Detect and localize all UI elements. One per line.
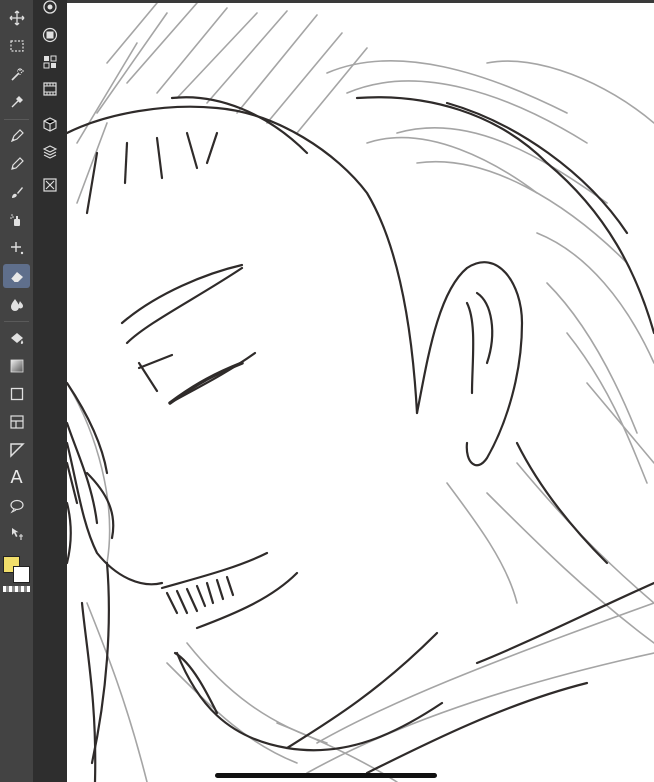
figure-icon[interactable] [3,382,30,406]
home-indicator [215,773,437,778]
transparent-color-toggle[interactable] [3,586,30,592]
move-icon[interactable] [3,6,30,30]
magic-wand-icon[interactable] [3,62,30,86]
layer-property-icon[interactable] [40,25,60,45]
palette-bar [33,0,67,782]
tool-bar: A [0,0,33,782]
timeline-icon[interactable] [40,79,60,99]
color-wheel-icon[interactable] [40,0,60,17]
navigator-icon[interactable] [40,175,60,195]
drawing-canvas[interactable] [67,3,654,782]
operation-icon[interactable] [3,522,30,546]
pen-icon[interactable] [3,124,30,148]
toolbar-divider [4,119,29,120]
balloon-icon[interactable] [3,494,30,518]
ruler-icon[interactable] [3,438,30,462]
eyedropper-icon[interactable] [3,90,30,114]
blend-icon[interactable] [3,292,30,316]
fill-icon[interactable] [3,326,30,350]
sketch-artwork [67,3,654,782]
3d-object-icon[interactable] [40,115,60,135]
brush-icon[interactable] [3,180,30,204]
eraser-icon[interactable] [3,264,30,288]
gradient-icon[interactable] [3,354,30,378]
pencil-icon[interactable] [3,152,30,176]
text-icon[interactable]: A [3,466,30,490]
decoration-icon[interactable] [3,236,30,260]
airbrush-icon[interactable] [3,208,30,232]
material-icon[interactable] [40,52,60,72]
selection-rect-icon[interactable] [3,34,30,58]
layers-icon[interactable] [40,142,60,162]
toolbar-divider [4,321,29,322]
frame-border-icon[interactable] [3,410,30,434]
sub-color-swatch[interactable] [13,566,30,583]
text-tool-glyph: A [10,467,23,488]
